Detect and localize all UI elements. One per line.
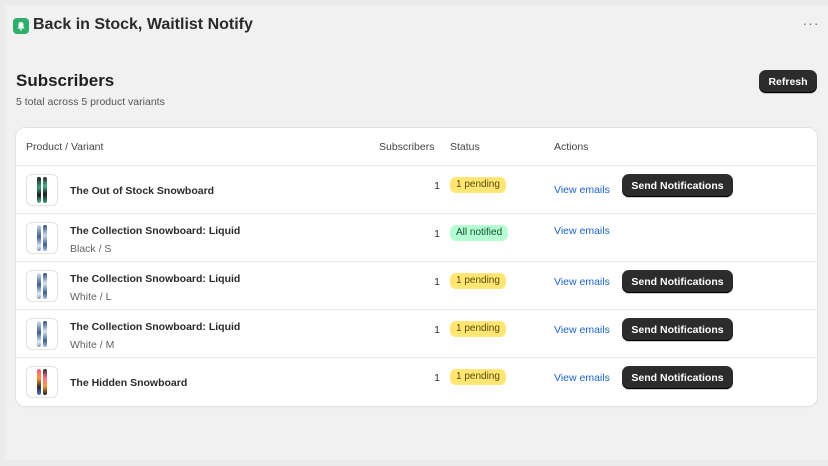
product-thumbnail <box>26 366 58 398</box>
table-row: The Out of Stock Snowboard 1 1 pending V… <box>16 166 817 214</box>
subscriber-count: 1 <box>434 228 440 240</box>
column-header-subscribers: Subscribers <box>379 141 435 153</box>
table-header: Product / Variant Subscribers Status Act… <box>16 128 817 166</box>
subscriber-count: 1 <box>434 372 440 384</box>
product-thumbnail <box>26 270 58 302</box>
table-row: The Collection Snowboard: Liquid White /… <box>16 262 817 310</box>
product-thumbnail <box>26 318 58 350</box>
app-title: Back in Stock, Waitlist Notify <box>33 16 253 33</box>
page-title: Subscribers <box>16 71 115 90</box>
send-notifications-button[interactable]: Send Notifications <box>622 174 733 197</box>
subscriber-count: 1 <box>434 276 440 288</box>
view-emails-link[interactable]: View emails <box>554 184 610 196</box>
status-badge: 1 pending <box>450 369 506 385</box>
ellipsis-icon: ··· <box>802 15 820 31</box>
send-notifications-button[interactable]: Send Notifications <box>622 270 733 293</box>
column-header-status: Status <box>450 141 480 153</box>
table-row: The Collection Snowboard: Liquid Black /… <box>16 214 817 262</box>
column-header-actions: Actions <box>554 141 589 153</box>
view-emails-link[interactable]: View emails <box>554 276 610 288</box>
app-frame: Back in Stock, Waitlist Notify ··· Subsc… <box>5 5 828 460</box>
refresh-button[interactable]: Refresh <box>759 70 817 93</box>
app-logo-icon <box>13 18 29 34</box>
send-notifications-button[interactable]: Send Notifications <box>622 366 733 389</box>
variant-name: White / L <box>70 291 112 303</box>
product-name: The Collection Snowboard: Liquid <box>70 273 241 285</box>
view-emails-link[interactable]: View emails <box>554 225 610 237</box>
table-row: The Collection Snowboard: Liquid White /… <box>16 310 817 358</box>
variant-name: White / M <box>70 339 115 351</box>
subscribers-table: Product / Variant Subscribers Status Act… <box>16 128 817 406</box>
status-badge: 1 pending <box>450 273 506 289</box>
table-row: The Hidden Snowboard 1 1 pending View em… <box>16 358 817 406</box>
more-actions-button[interactable]: ··· <box>802 15 820 32</box>
page-subtitle: 5 total across 5 product variants <box>16 96 165 108</box>
product-name: The Collection Snowboard: Liquid <box>70 321 241 333</box>
status-badge: All notified <box>450 225 509 241</box>
product-name: The Out of Stock Snowboard <box>70 185 215 197</box>
product-name: The Hidden Snowboard <box>70 377 188 389</box>
product-name: The Collection Snowboard: Liquid <box>70 225 241 237</box>
send-notifications-button[interactable]: Send Notifications <box>622 318 733 341</box>
app-header: Back in Stock, Waitlist Notify ··· <box>5 5 828 45</box>
status-badge: 1 pending <box>450 321 506 337</box>
subscriber-count: 1 <box>434 324 440 336</box>
column-header-product: Product / Variant <box>26 141 104 153</box>
product-thumbnail <box>26 174 58 206</box>
view-emails-link[interactable]: View emails <box>554 324 610 336</box>
subscriber-count: 1 <box>434 180 440 192</box>
status-badge: 1 pending <box>450 177 506 193</box>
variant-name: Black / S <box>70 243 112 255</box>
product-thumbnail <box>26 222 58 254</box>
view-emails-link[interactable]: View emails <box>554 372 610 384</box>
